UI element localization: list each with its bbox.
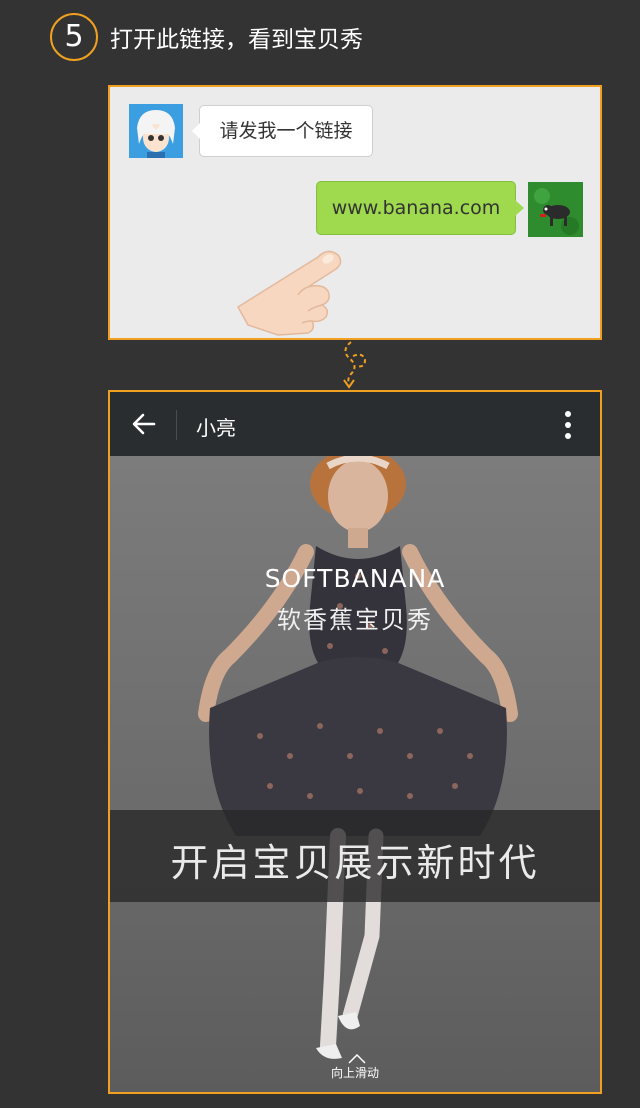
step-title: 打开此链接，看到宝贝秀 bbox=[110, 27, 363, 53]
contact-name-title: 小亮 bbox=[196, 416, 236, 440]
chat-panel: 请发我一个链接 www.banana.com bbox=[108, 85, 602, 340]
user-avatar[interactable] bbox=[528, 182, 583, 237]
swipe-up-hint[interactable]: 向上滑动 bbox=[110, 1064, 600, 1081]
chat-header: 小亮 bbox=[110, 392, 600, 456]
more-options-icon[interactable] bbox=[564, 410, 572, 440]
tagline-text: 开启宝贝展示新时代 bbox=[170, 841, 540, 885]
step-number-badge: 5 bbox=[50, 13, 98, 61]
brand-title: SOFTBANANA bbox=[264, 564, 446, 593]
header-divider bbox=[176, 410, 177, 440]
brand-subtitle: 软香蕉宝贝秀 bbox=[277, 606, 433, 634]
chevron-up-icon[interactable] bbox=[348, 1049, 366, 1064]
contact-avatar[interactable] bbox=[129, 104, 183, 158]
product-showcase-photo[interactable] bbox=[110, 456, 600, 1092]
pointing-hand-icon bbox=[218, 217, 348, 337]
incoming-message-bubble: 请发我一个链接 bbox=[192, 105, 373, 157]
back-arrow-icon[interactable] bbox=[130, 410, 158, 438]
flow-arrow-icon bbox=[335, 340, 375, 390]
phone-preview-panel: 小亮 SOFTBANANA 软香蕉宝贝秀 开启宝贝展示新时代 向上滑动 bbox=[108, 390, 602, 1094]
